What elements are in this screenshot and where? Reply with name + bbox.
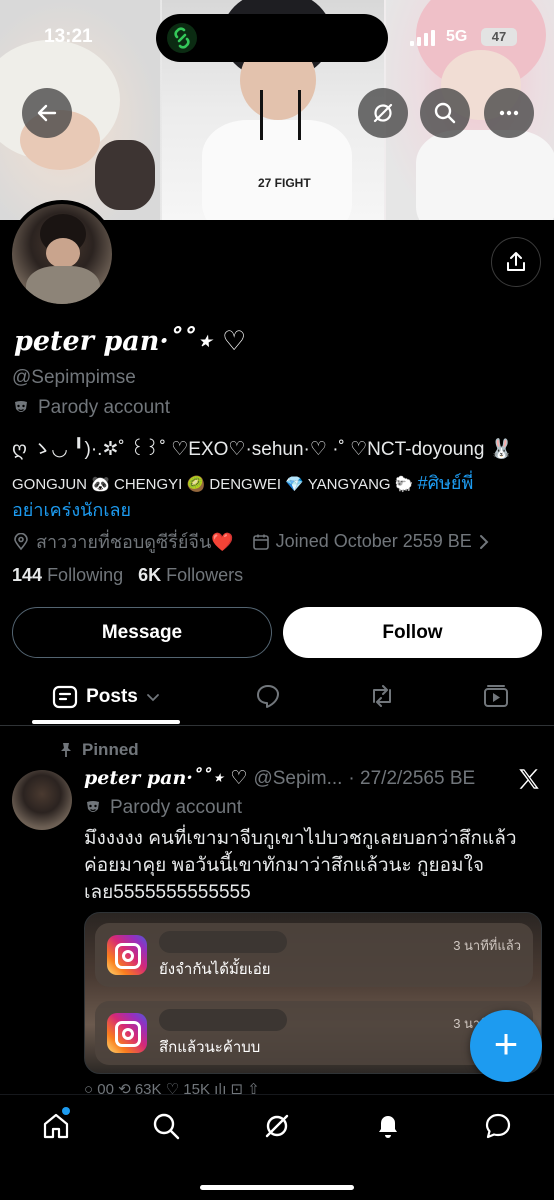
- follow-stats: 144 Following 6K Followers: [12, 565, 243, 586]
- tab-active-indicator: [32, 720, 180, 724]
- network-label: 5G: [446, 28, 468, 45]
- bio-line-2-text: GONGJUN 🐼 CHENGYI 🥝 DENGWEI 💎 YANGYANG 🐑: [12, 476, 418, 493]
- blurred-sender: [159, 931, 287, 953]
- profile-banner[interactable]: 27 FIGHT 13:21 5G 47: [0, 0, 554, 220]
- home-indicator: [200, 1185, 354, 1190]
- following-label: Following: [47, 565, 124, 585]
- grok-icon: [373, 103, 393, 123]
- x-logo-icon: [519, 769, 539, 789]
- notification-message: ยังจำกันได้มั้ยเอ่ย: [159, 961, 271, 978]
- plus-icon: +: [493, 1020, 519, 1067]
- message-button[interactable]: Message: [12, 607, 272, 658]
- pinned-label: Pinned: [58, 740, 139, 760]
- tab-posts-label: Posts: [86, 685, 138, 707]
- notifications-icon[interactable]: [373, 1111, 403, 1141]
- tab-posts[interactable]: Posts: [32, 668, 180, 725]
- share-icon: [507, 252, 525, 271]
- followers-link[interactable]: 6K Followers: [138, 565, 243, 585]
- post-avatar[interactable]: [12, 770, 72, 830]
- followers-label: Followers: [166, 565, 244, 585]
- following-count: 144: [12, 565, 43, 585]
- signal-icon: [410, 30, 435, 46]
- calendar-icon: [252, 534, 269, 550]
- location-text: สาววายที่ชอบดูซีรี่ย์จีน❤️: [36, 532, 234, 552]
- post-date: · 27/2/2565 BE: [348, 768, 476, 789]
- instagram-notification: 3 นาทีที่แล้ว ยังจำกันได้มั้ยเอ่ย: [95, 923, 533, 987]
- display-name: peter pan·˚˚⋆ ♡: [14, 326, 247, 357]
- home-icon[interactable]: [41, 1111, 71, 1141]
- post-author-handle: @Sepim...: [253, 768, 343, 789]
- link-icon: [167, 23, 197, 53]
- post-header: peter pan·˚˚⋆ ♡ @Sepim... · 27/2/2565 BE: [84, 767, 475, 790]
- battery-icon: 47: [481, 28, 517, 46]
- post-text: มึงงงงง คนที่เขามาจีบกูเขาไปบวชกูเลยบอกว…: [84, 828, 517, 903]
- post-parody-badge: Parody account: [84, 797, 242, 819]
- grok-button[interactable]: [358, 88, 408, 138]
- chevron-right-icon[interactable]: [478, 534, 490, 550]
- home-notification-dot: [62, 1107, 70, 1115]
- location-icon: [14, 532, 28, 550]
- status-time: 13:21: [44, 26, 93, 47]
- bio-line-1: ღ ゝ◡ ╹)·.✲˚ ꒰꒱˚ ♡EXO♡·sehun·♡ ·˚ ♡NCT-do…: [12, 439, 514, 460]
- back-button[interactable]: [22, 88, 72, 138]
- profile-handle: @Sepimpimse: [12, 367, 136, 388]
- instagram-icon: [107, 935, 147, 975]
- notification-message: สึกแล้วนะค้าบบ: [159, 1039, 261, 1056]
- tab-reposts[interactable]: [368, 682, 396, 710]
- pin-icon: [61, 743, 71, 757]
- search-button[interactable]: [420, 88, 470, 138]
- followers-count: 6K: [138, 565, 162, 585]
- profile-tabs: Posts: [0, 668, 554, 726]
- avatar-image: [12, 204, 112, 304]
- more-icon: [499, 110, 519, 116]
- theater-mask-icon: [87, 801, 99, 812]
- bio-line-2: GONGJUN 🐼 CHENGYI 🥝 DENGWEI 💎 YANGYANG 🐑…: [12, 468, 473, 497]
- follow-button[interactable]: Follow: [283, 607, 542, 658]
- parody-badge: Parody account: [12, 397, 170, 419]
- more-button[interactable]: [484, 88, 534, 138]
- theater-mask-icon: [15, 401, 27, 412]
- share-button[interactable]: [491, 237, 541, 287]
- following-link[interactable]: 144 Following: [12, 565, 123, 585]
- bio-hashtag-continuation[interactable]: อย่าเคร่งนักเลย: [12, 495, 131, 524]
- messages-icon[interactable]: [483, 1111, 513, 1141]
- pinned-text: Pinned: [82, 740, 139, 759]
- chevron-down-icon: [146, 693, 159, 701]
- grok-icon[interactable]: [262, 1111, 292, 1141]
- instagram-notification: 3 นาทีที่แล้ว สึกแล้วนะค้าบบ: [95, 1001, 533, 1065]
- notification-time: 3 นาทีที่แล้ว: [453, 938, 521, 953]
- compose-button[interactable]: +: [470, 1010, 542, 1082]
- search-icon[interactable]: [151, 1111, 181, 1141]
- parody-label: Parody account: [38, 397, 171, 418]
- profile-avatar[interactable]: [8, 200, 116, 308]
- tab-media[interactable]: [482, 682, 510, 710]
- search-icon: [434, 102, 456, 124]
- post-author-name[interactable]: peter pan·˚˚⋆ ♡: [84, 767, 247, 789]
- post-parody-label: Parody account: [110, 797, 243, 818]
- posts-icon: [53, 685, 78, 708]
- bio-hashtag[interactable]: #ศิษย์พี่: [418, 473, 474, 493]
- joined-text: Joined October 2559 BE: [275, 531, 472, 551]
- back-arrow-icon: [37, 104, 57, 122]
- profile-meta: สาววายที่ชอบดูซีรี่ย์จีน❤️ Joined Octobe…: [12, 527, 490, 556]
- instagram-icon: [107, 1013, 147, 1053]
- tab-replies[interactable]: [254, 682, 282, 710]
- blurred-sender: [159, 1009, 287, 1031]
